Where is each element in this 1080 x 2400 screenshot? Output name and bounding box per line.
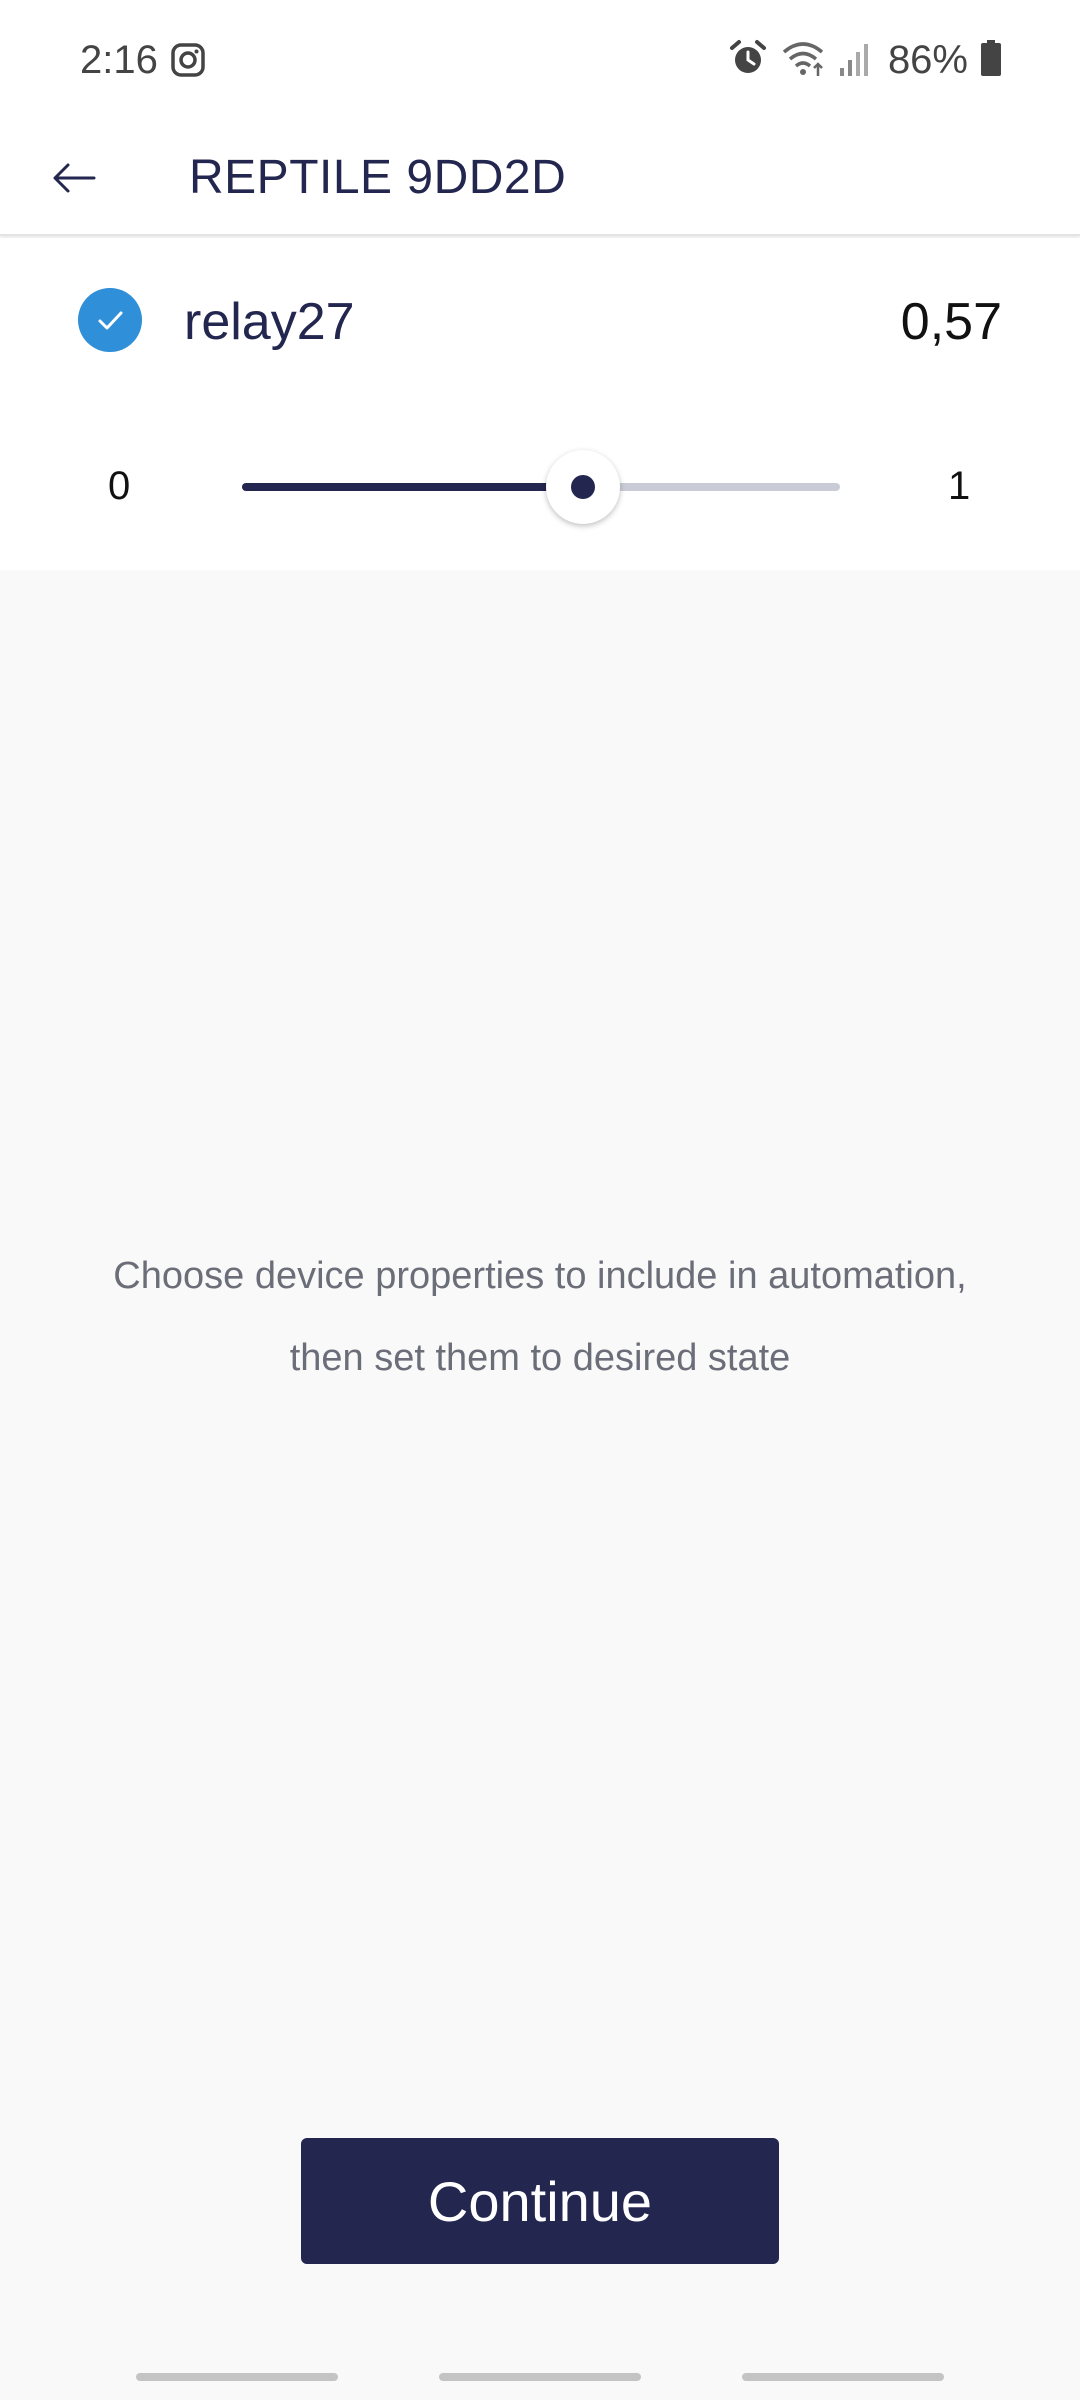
nav-recents-bar[interactable]	[136, 2373, 338, 2381]
app-bar: REPTILE 9DD2D	[0, 120, 1080, 236]
nav-home-bar[interactable]	[439, 2373, 641, 2381]
continue-button[interactable]: Continue	[301, 2138, 779, 2264]
arrow-left-icon	[53, 163, 96, 193]
page-title: REPTILE 9DD2D	[189, 151, 567, 204]
property-card: relay27 0,57 0 1	[0, 238, 1080, 570]
value-slider[interactable]	[242, 483, 840, 491]
property-name: relay27	[184, 293, 355, 351]
nav-back-bar[interactable]	[742, 2373, 944, 2381]
status-icons: 86%	[728, 36, 1002, 84]
property-checkbox[interactable]	[78, 288, 142, 352]
signal-icon	[838, 38, 870, 83]
battery-icon	[980, 38, 1002, 83]
check-icon	[98, 311, 123, 330]
hint-line-1: Choose device properties to include in a…	[113, 1255, 967, 1297]
wifi-icon	[780, 38, 826, 83]
alarm-icon	[728, 38, 768, 83]
battery-percent: 86%	[887, 37, 968, 82]
back-button[interactable]	[46, 150, 102, 206]
property-value: 0,57	[900, 293, 1002, 351]
hint-line-2: then set them to desired state	[289, 1337, 791, 1379]
slider-min-label: 0	[108, 464, 131, 508]
status-bar: 2:16 86%	[0, 0, 1080, 120]
slider-thumb-dot	[570, 475, 595, 499]
instagram-icon	[170, 42, 206, 78]
slider-fill	[242, 483, 583, 491]
hint-text: Choose device properties to include in a…	[60, 1235, 1020, 1399]
slider-max-label: 1	[948, 464, 971, 508]
status-time: 2:16	[80, 38, 158, 82]
slider-thumb[interactable]	[545, 450, 620, 524]
